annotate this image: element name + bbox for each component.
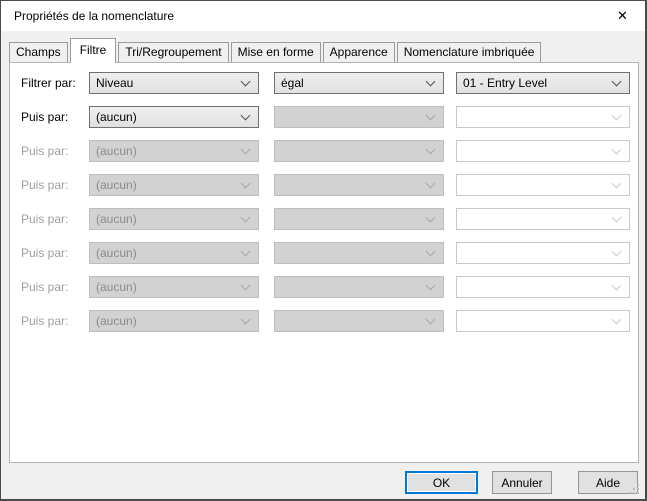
filter-row-label: Filtrer par: — [21, 76, 76, 90]
filter-value-dropdown-3 — [456, 140, 630, 162]
tab-filtre[interactable]: Filtre — [69, 38, 117, 63]
filter-row-4: Puis par: (aucun) — [21, 174, 638, 196]
chevron-down-icon — [240, 76, 251, 87]
filter-row-label: Puis par: — [21, 212, 69, 226]
filter-field-dropdown-2[interactable]: (aucun) — [89, 106, 259, 128]
filter-operator-dropdown-4 — [274, 174, 444, 196]
filter-field-dropdown-1[interactable]: Niveau — [89, 72, 259, 94]
chevron-down-icon — [425, 280, 436, 291]
filter-operator-dropdown-2 — [274, 106, 444, 128]
dropdown-value: 01 - Entry Level — [463, 76, 548, 90]
filter-value-dropdown-2 — [456, 106, 630, 128]
chevron-down-icon — [240, 178, 251, 189]
chevron-down-icon — [425, 76, 436, 87]
chevron-down-icon — [240, 314, 251, 325]
filter-field-dropdown-5: (aucun) — [89, 208, 259, 230]
filter-operator-dropdown-6 — [274, 242, 444, 264]
dropdown-value: (aucun) — [96, 110, 137, 124]
filter-row-2: Puis par: (aucun) — [21, 106, 638, 128]
dropdown-value: égal — [281, 76, 304, 90]
chevron-down-icon — [240, 144, 251, 155]
filter-value-dropdown-4 — [456, 174, 630, 196]
chevron-down-icon — [611, 144, 622, 155]
window-title: Propriétés de la nomenclature — [14, 9, 175, 23]
dropdown-value: (aucun) — [96, 314, 137, 328]
filter-row-3: Puis par: (aucun) — [21, 140, 638, 162]
filter-field-dropdown-7: (aucun) — [89, 276, 259, 298]
filter-rows: Filtrer par: Niveau égal 01 - Entry Leve… — [10, 63, 638, 332]
filter-operator-dropdown-8 — [274, 310, 444, 332]
chevron-down-icon — [425, 212, 436, 223]
filter-row-5: Puis par: (aucun) — [21, 208, 638, 230]
chevron-down-icon — [425, 314, 436, 325]
filter-value-dropdown-7 — [456, 276, 630, 298]
filter-field-dropdown-3: (aucun) — [89, 140, 259, 162]
filter-field-dropdown-4: (aucun) — [89, 174, 259, 196]
dropdown-value: (aucun) — [96, 144, 137, 158]
tab-nomenclature-imbriquee[interactable]: Nomenclature imbriquée — [396, 42, 542, 62]
close-icon: ✕ — [617, 8, 628, 23]
dropdown-value: Niveau — [96, 76, 134, 90]
filter-field-dropdown-6: (aucun) — [89, 242, 259, 264]
chevron-down-icon — [425, 178, 436, 189]
chevron-down-icon — [240, 212, 251, 223]
filter-row-1: Filtrer par: Niveau égal 01 - Entry Leve… — [21, 72, 638, 94]
filter-value-dropdown-5 — [456, 208, 630, 230]
filter-row-label: Puis par: — [21, 280, 69, 294]
filter-value-dropdown-1[interactable]: 01 - Entry Level — [456, 72, 630, 94]
ok-button[interactable]: OK — [405, 471, 478, 494]
filter-row-label: Puis par: — [21, 110, 69, 124]
chevron-down-icon — [611, 246, 622, 257]
chevron-down-icon — [240, 110, 251, 121]
filter-row-label: Puis par: — [21, 144, 69, 158]
chevron-down-icon — [425, 144, 436, 155]
chevron-down-icon — [611, 212, 622, 223]
filter-value-dropdown-8 — [456, 310, 630, 332]
filter-operator-dropdown-3 — [274, 140, 444, 162]
chevron-down-icon — [611, 314, 622, 325]
tab-mise-en-forme[interactable]: Mise en forme — [230, 42, 321, 62]
filter-operator-dropdown-7 — [274, 276, 444, 298]
close-button[interactable]: ✕ — [600, 1, 645, 31]
filter-row-8: Puis par: (aucun) — [21, 310, 638, 332]
filter-tab-page: Filtrer par: Niveau égal 01 - Entry Leve… — [9, 62, 639, 463]
dropdown-value: (aucun) — [96, 280, 137, 294]
dropdown-value: (aucun) — [96, 212, 137, 226]
cancel-button[interactable]: Annuler — [492, 471, 552, 494]
schedule-properties-dialog: Propriétés de la nomenclature ✕ Champs F… — [0, 0, 647, 501]
filter-operator-dropdown-1[interactable]: égal — [274, 72, 444, 94]
chevron-down-icon — [240, 246, 251, 257]
filter-row-7: Puis par: (aucun) — [21, 276, 638, 298]
chevron-down-icon — [240, 280, 251, 291]
filter-row-6: Puis par: (aucun) — [21, 242, 638, 264]
resize-grip-icon[interactable] — [627, 482, 640, 495]
tab-tri-regroupement[interactable]: Tri/Regroupement — [118, 42, 229, 62]
filter-row-label: Puis par: — [21, 314, 69, 328]
tab-champs[interactable]: Champs — [9, 42, 68, 62]
filter-row-label: Puis par: — [21, 178, 69, 192]
chevron-down-icon — [425, 110, 436, 121]
filter-row-label: Puis par: — [21, 246, 69, 260]
tab-strip: Champs Filtre Tri/Regroupement Mise en f… — [9, 38, 543, 63]
filter-field-dropdown-8: (aucun) — [89, 310, 259, 332]
chevron-down-icon — [425, 246, 436, 257]
chevron-down-icon — [611, 76, 622, 87]
tab-apparence[interactable]: Apparence — [322, 42, 395, 62]
dropdown-value: (aucun) — [96, 178, 137, 192]
chevron-down-icon — [611, 110, 622, 121]
chevron-down-icon — [611, 280, 622, 291]
filter-operator-dropdown-5 — [274, 208, 444, 230]
filter-value-dropdown-6 — [456, 242, 630, 264]
title-bar: Propriétés de la nomenclature ✕ — [1, 1, 645, 31]
chevron-down-icon — [611, 178, 622, 189]
dropdown-value: (aucun) — [96, 246, 137, 260]
